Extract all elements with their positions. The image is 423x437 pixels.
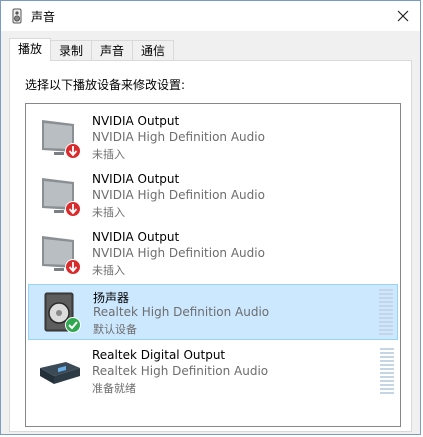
device-name: Realtek Digital Output (92, 348, 226, 362)
close-button[interactable] (386, 1, 420, 31)
speaker-app-icon (9, 8, 25, 24)
close-icon (397, 10, 409, 22)
playback-panel: 选择以下播放设备来修改设置: NVIDIA Output NVIDIA High… (9, 60, 412, 432)
device-status: 默认设备 (93, 323, 137, 336)
device-item-nvidia-output-2[interactable]: NVIDIA Output NVIDIA High Definition Aud… (28, 168, 398, 224)
tab-strip: 播放 录制 声音 通信 (9, 38, 175, 61)
monitor-icon (36, 174, 84, 218)
tab-sounds[interactable]: 声音 (91, 40, 134, 61)
tab-recording[interactable]: 录制 (50, 40, 93, 61)
device-status: 未插入 (92, 148, 125, 161)
device-item-nvidia-output-1[interactable]: NVIDIA Output NVIDIA High Definition Aud… (28, 110, 398, 166)
device-item-realtek-digital-output[interactable]: Realtek Digital Output Realtek High Defi… (28, 344, 398, 400)
title-bar: 声音 (1, 1, 420, 31)
device-name: NVIDIA Output (92, 230, 180, 244)
monitor-icon (36, 116, 84, 160)
speaker-icon (37, 291, 85, 335)
device-description: NVIDIA High Definition Audio (92, 188, 265, 202)
device-status: 准备就绪 (92, 382, 136, 395)
tab-playback[interactable]: 播放 (9, 38, 52, 61)
volume-meter (380, 348, 394, 394)
device-description: NVIDIA High Definition Audio (92, 130, 265, 144)
device-description: Realtek High Definition Audio (92, 364, 269, 378)
sound-dialog: 声音 播放 录制 声音 通信 选择以下播放设备来修改设置: NVIDIA Out… (0, 0, 421, 435)
device-description: Realtek High Definition Audio (93, 305, 270, 319)
digital-output-icon (36, 350, 84, 394)
device-list[interactable]: NVIDIA Output NVIDIA High Definition Aud… (25, 103, 401, 427)
device-status: 未插入 (92, 264, 125, 277)
device-name: 扬声器 (93, 291, 130, 305)
tab-communications[interactable]: 通信 (132, 40, 175, 61)
monitor-icon (36, 232, 84, 276)
device-status: 未插入 (92, 206, 125, 219)
window-title: 声音 (31, 10, 56, 24)
device-item-nvidia-output-3[interactable]: NVIDIA Output NVIDIA High Definition Aud… (28, 226, 398, 282)
device-name: NVIDIA Output (92, 172, 180, 186)
device-item-speakers[interactable]: 扬声器 Realtek High Definition Audio 默认设备 (28, 284, 398, 340)
device-name: NVIDIA Output (92, 114, 180, 128)
device-description: NVIDIA High Definition Audio (92, 246, 265, 260)
instruction-text: 选择以下播放设备来修改设置: (25, 78, 186, 92)
volume-meter (379, 289, 393, 335)
